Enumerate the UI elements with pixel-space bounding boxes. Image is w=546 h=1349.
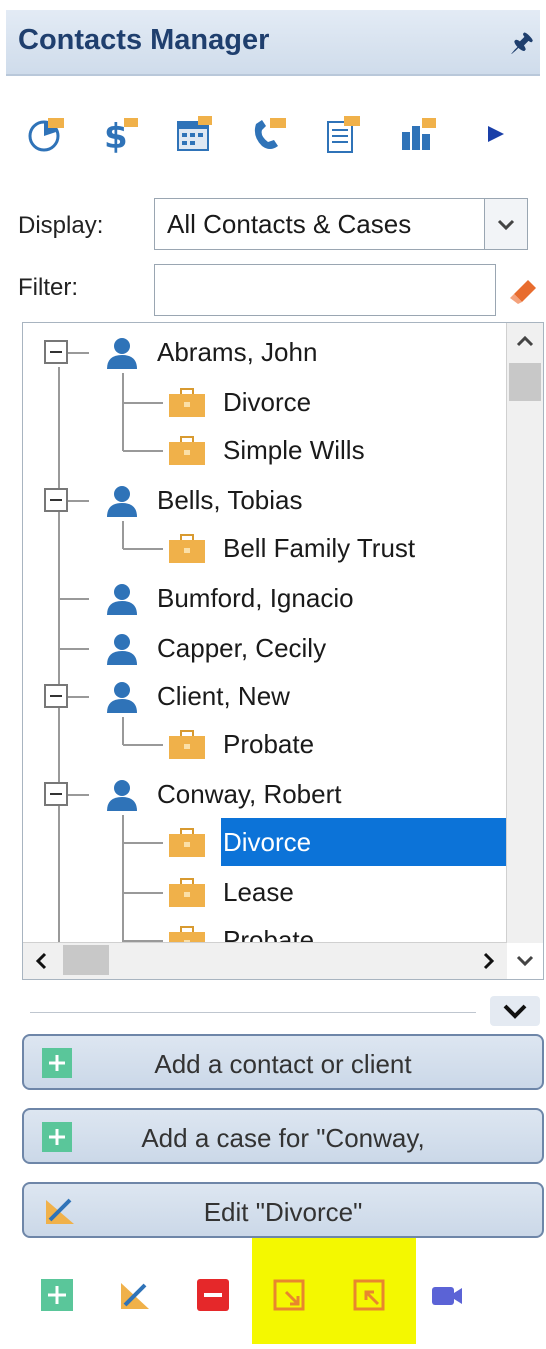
tree-contact[interactable]: Client, New bbox=[157, 681, 290, 712]
display-select-value: All Contacts & Cases bbox=[167, 209, 412, 239]
vertical-scroll-thumb[interactable] bbox=[509, 363, 541, 401]
person-icon bbox=[107, 682, 137, 713]
scroll-up-icon[interactable] bbox=[507, 323, 543, 359]
display-label: Display: bbox=[18, 212, 104, 239]
scroll-right-icon[interactable] bbox=[471, 943, 507, 979]
tree-case[interactable]: Bell Family Trust bbox=[223, 533, 415, 564]
person-icon bbox=[107, 780, 137, 811]
phone-icon[interactable] bbox=[248, 114, 288, 154]
remove-icon[interactable] bbox=[196, 1278, 230, 1312]
play-icon[interactable] bbox=[480, 114, 520, 154]
briefcase-icon bbox=[169, 730, 205, 759]
billing-icon[interactable]: $ bbox=[100, 114, 140, 154]
vertical-scrollbar[interactable] bbox=[506, 323, 543, 943]
add-case-button[interactable]: Add a case for "Conway, bbox=[22, 1108, 544, 1164]
video-icon[interactable] bbox=[430, 1278, 464, 1312]
briefcase-icon bbox=[169, 878, 205, 907]
horizontal-scroll-thumb[interactable] bbox=[63, 945, 109, 975]
tree-contact[interactable]: Capper, Cecily bbox=[157, 633, 326, 664]
document-icon[interactable] bbox=[322, 114, 362, 154]
add-contact-label: Add a contact or client bbox=[154, 1049, 412, 1079]
pin-icon[interactable]: 🖈 bbox=[510, 24, 534, 68]
panel-header: Contacts Manager 🖈 bbox=[6, 10, 540, 76]
tree-case[interactable]: Divorce bbox=[223, 387, 311, 418]
scroll-down-icon[interactable] bbox=[507, 943, 543, 979]
chevron-down-icon[interactable] bbox=[484, 199, 527, 249]
tree-case[interactable]: Lease bbox=[223, 877, 294, 908]
briefcase-icon bbox=[169, 534, 205, 563]
calendar-icon[interactable] bbox=[174, 114, 214, 154]
panel-title: Contacts Manager bbox=[18, 24, 270, 56]
horizontal-scrollbar[interactable] bbox=[23, 942, 507, 979]
briefcase-icon bbox=[169, 388, 205, 417]
add-case-label: Add a case for "Conway, bbox=[141, 1123, 425, 1153]
contacts-tree[interactable]: Abrams, John Bells, Tobias Bumford, Igna… bbox=[22, 322, 544, 980]
filter-input[interactable] bbox=[154, 264, 496, 316]
chevron-down-icon[interactable] bbox=[490, 996, 540, 1026]
tree-contact[interactable]: Conway, Robert bbox=[157, 779, 342, 810]
edit-case-label: Edit "Divorce" bbox=[203, 1197, 363, 1227]
tree-contact[interactable]: Bells, Tobias bbox=[157, 485, 303, 516]
collapse-toggle[interactable] bbox=[490, 996, 540, 1026]
export-icon[interactable] bbox=[272, 1278, 306, 1312]
tree-contact[interactable]: Bumford, Ignacio bbox=[157, 583, 354, 614]
scroll-left-icon[interactable] bbox=[23, 943, 59, 979]
add-icon[interactable] bbox=[40, 1278, 74, 1312]
edit-case-button[interactable]: Edit "Divorce" bbox=[22, 1182, 544, 1238]
briefcase-icon bbox=[169, 828, 205, 857]
tree-case[interactable]: Probate bbox=[223, 729, 314, 760]
filter-label: Filter: bbox=[18, 274, 78, 301]
import-icon[interactable] bbox=[352, 1278, 386, 1312]
pie-chart-icon[interactable] bbox=[26, 114, 66, 154]
add-contact-button[interactable]: Add a contact or client bbox=[22, 1034, 544, 1090]
tree-contact[interactable]: Abrams, John bbox=[157, 337, 317, 368]
person-icon bbox=[107, 338, 137, 369]
section-divider bbox=[30, 1012, 476, 1013]
eraser-icon[interactable] bbox=[506, 272, 540, 306]
display-select[interactable]: All Contacts & Cases bbox=[154, 198, 528, 250]
chart-icon[interactable] bbox=[398, 114, 438, 154]
briefcase-icon bbox=[169, 436, 205, 465]
person-icon bbox=[107, 486, 137, 517]
tree-case-selected[interactable]: Divorce bbox=[223, 827, 311, 858]
edit-icon[interactable] bbox=[118, 1278, 152, 1312]
tree-case[interactable]: Simple Wills bbox=[223, 435, 365, 466]
person-icon bbox=[107, 584, 137, 615]
person-icon bbox=[107, 634, 137, 665]
